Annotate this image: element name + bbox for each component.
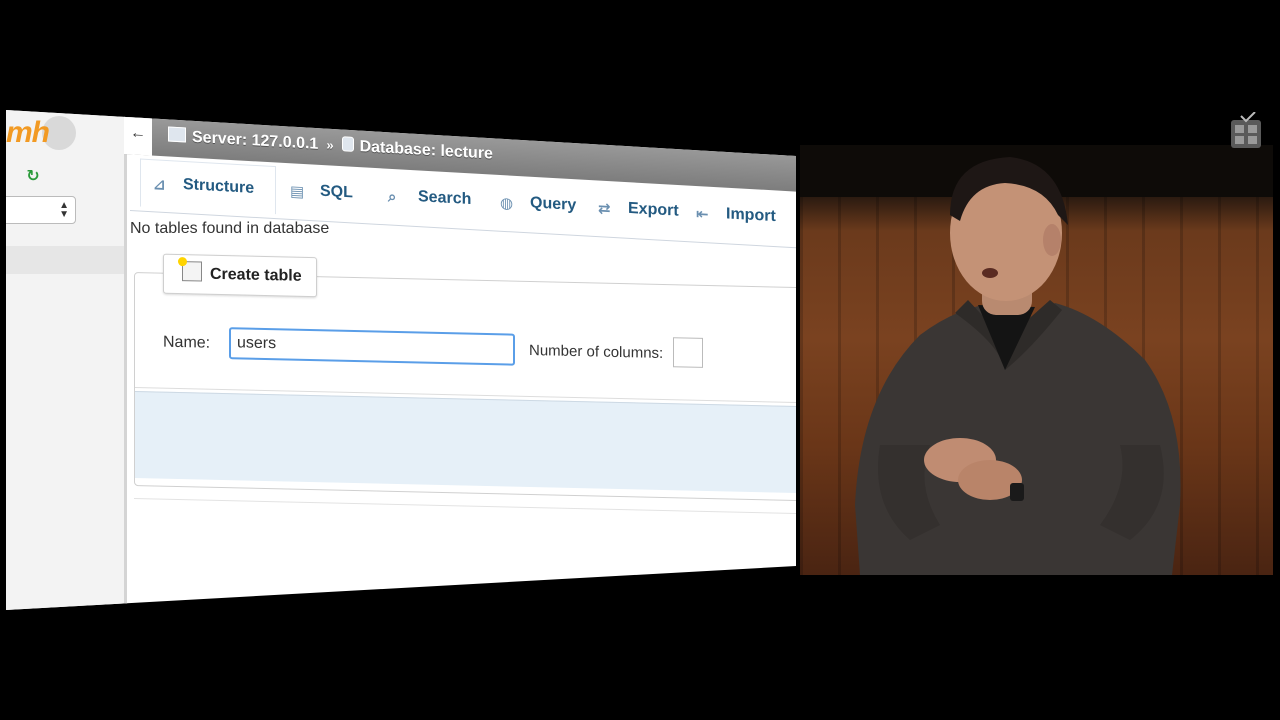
tab-label: Structure: [183, 175, 255, 197]
sidebar-item[interactable]: [6, 246, 124, 274]
import-icon: ⇤: [696, 205, 709, 224]
tab-sql[interactable]: ▤ SQL: [290, 167, 374, 220]
reload-icon[interactable]: ↻: [24, 168, 42, 186]
tab-label: Search: [418, 188, 472, 209]
database-icon: [341, 136, 354, 152]
create-table-form: Create table Name: Number of columns:: [134, 253, 796, 502]
presenter-figure: [855, 157, 1181, 575]
presenter-video: [800, 145, 1273, 575]
divider: [134, 498, 796, 515]
tab-import[interactable]: ⇤ Import: [696, 190, 792, 243]
tab-label: Export: [628, 199, 679, 220]
breadcrumb-database[interactable]: Database: lecture: [360, 138, 493, 162]
tab-structure[interactable]: ⊿ Structure: [140, 158, 276, 215]
sql-icon: ▤: [290, 182, 305, 201]
create-table-icon: [182, 261, 202, 282]
select-arrows-icon: ▲ ▼: [59, 200, 69, 220]
query-icon: ◍: [500, 194, 514, 213]
number-of-columns-label: Number of columns:: [529, 341, 664, 363]
export-icon: ⇄: [598, 200, 611, 218]
name-label: Name:: [163, 333, 211, 352]
create-table-legend: Create table: [163, 253, 317, 298]
navigation-sidebar: mh ↻ ▲ ▼: [6, 110, 127, 610]
phpmyadmin-logo: mh: [6, 116, 50, 149]
structure-icon: ⊿: [153, 176, 166, 194]
tab-label: Query: [530, 194, 577, 214]
tab-query[interactable]: ◍ Query: [500, 179, 590, 232]
breadcrumb: Server: 127.0.0.1 » Database: lecture: [168, 126, 493, 163]
number-of-columns-input[interactable]: [673, 337, 703, 368]
search-icon: ⌕: [388, 188, 397, 206]
collapse-sidebar-button[interactable]: ←: [124, 116, 152, 156]
tab-label: Import: [726, 205, 776, 226]
course-logo-icon: [1231, 112, 1261, 148]
tab-label: SQL: [320, 182, 353, 202]
server-icon: [168, 126, 186, 143]
breadcrumb-separator: »: [326, 137, 334, 153]
create-table-title: Create table: [210, 265, 302, 285]
breadcrumb-server[interactable]: Server: 127.0.0.1: [192, 129, 318, 153]
tab-search[interactable]: ⌕ Search: [388, 172, 488, 226]
tab-export[interactable]: ⇄ Export: [598, 184, 692, 237]
no-tables-message: No tables found in database: [130, 220, 330, 237]
phpmyadmin-screen: mh ↻ ▲ ▼ ← Server: 127.0.0.1 » Database: le…: [6, 110, 796, 610]
form-footer: [135, 391, 796, 494]
table-name-input[interactable]: [229, 327, 515, 366]
database-select[interactable]: ▲ ▼: [6, 196, 76, 224]
